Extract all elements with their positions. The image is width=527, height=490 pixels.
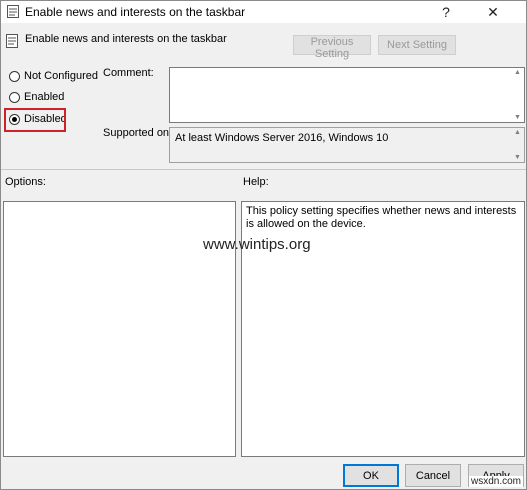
corner-watermark: wsxdn.com	[468, 476, 523, 487]
watermark-text: www.wintips.org	[203, 236, 311, 253]
supported-on-value: At least Windows Server 2016, Windows 10	[175, 132, 389, 144]
comment-field[interactable]: ▲ ▼	[169, 67, 525, 123]
policy-dialog: Enable news and interests on the taskbar…	[0, 0, 527, 490]
selection-highlight-box	[4, 108, 66, 132]
radio-indicator[interactable]	[9, 70, 20, 82]
scroll-up-icon[interactable]: ▲	[514, 129, 521, 136]
supported-on-label: Supported on:	[103, 127, 173, 139]
close-icon[interactable]: ✕	[473, 1, 513, 23]
ok-button[interactable]: OK	[343, 464, 399, 487]
help-text: This policy setting specifies whether ne…	[246, 205, 517, 230]
scroll-down-icon[interactable]: ▼	[514, 154, 521, 161]
scroll-up-icon[interactable]: ▲	[514, 69, 521, 76]
next-setting-button[interactable]: Next Setting	[378, 35, 456, 55]
options-pane	[3, 201, 236, 457]
policy-name: Enable news and interests on the taskbar	[25, 33, 227, 45]
radio-enabled[interactable]: Enabled	[9, 91, 64, 103]
supported-on-field: At least Windows Server 2016, Windows 10…	[169, 127, 525, 163]
supported-scrollbar[interactable]: ▲ ▼	[512, 128, 524, 162]
radio-label: Not Configured	[24, 70, 98, 82]
title-bar: Enable news and interests on the taskbar…	[1, 1, 526, 23]
scroll-down-icon[interactable]: ▼	[514, 114, 521, 121]
options-label: Options:	[5, 176, 46, 188]
divider	[1, 169, 526, 170]
policy-icon	[7, 5, 19, 18]
help-icon[interactable]: ?	[426, 1, 466, 23]
radio-indicator[interactable]	[9, 91, 20, 103]
comment-scrollbar[interactable]: ▲ ▼	[512, 68, 524, 122]
cancel-button[interactable]: Cancel	[405, 464, 461, 487]
comment-label: Comment:	[103, 67, 154, 79]
policy-icon	[6, 34, 18, 48]
help-label: Help:	[243, 176, 269, 188]
window-title: Enable news and interests on the taskbar	[25, 5, 246, 19]
radio-not-configured[interactable]: Not Configured	[9, 70, 98, 82]
previous-setting-button[interactable]: Previous Setting	[293, 35, 371, 60]
radio-label: Enabled	[24, 91, 65, 103]
